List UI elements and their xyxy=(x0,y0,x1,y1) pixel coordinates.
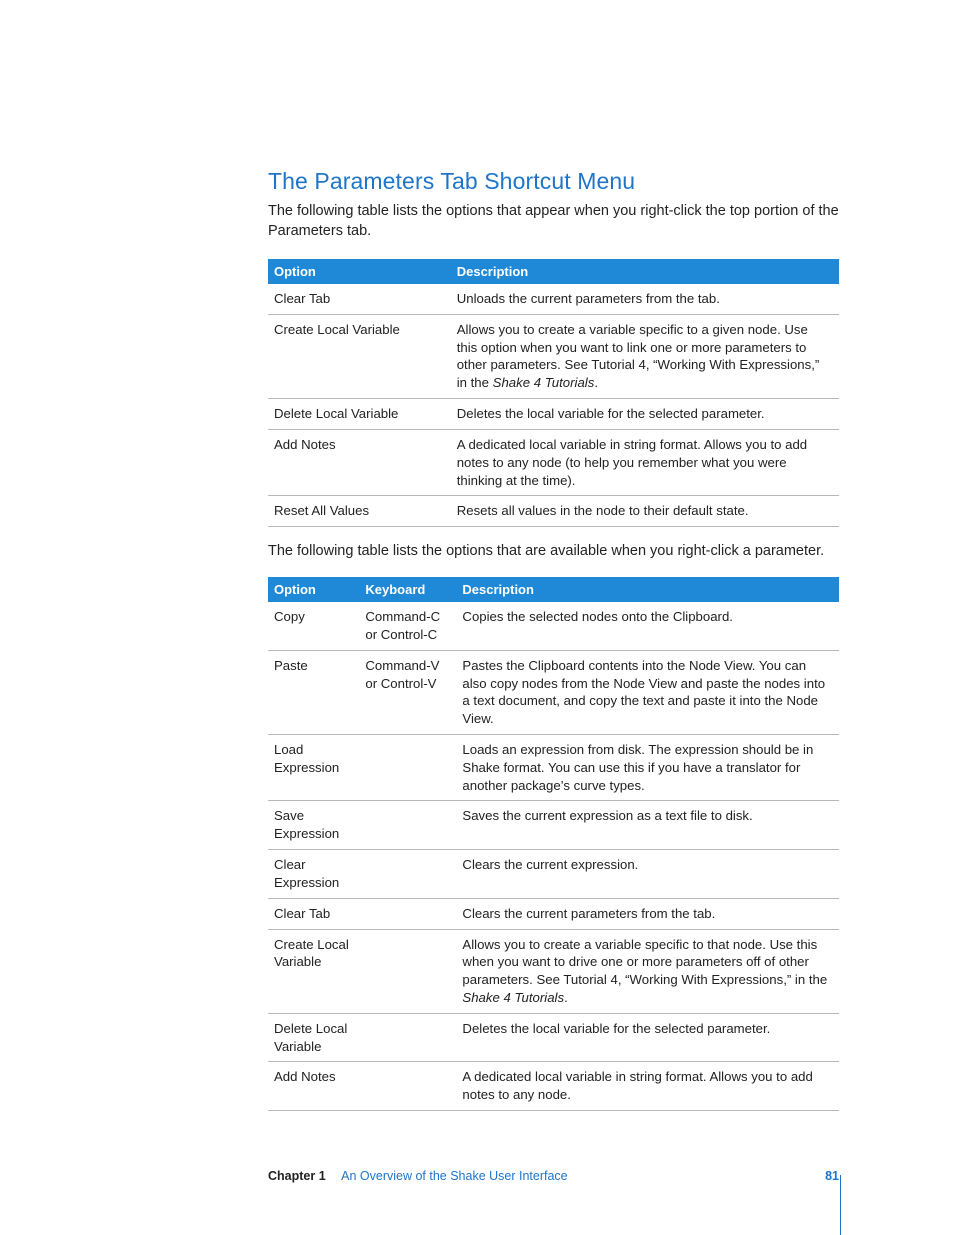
keyboard-cell xyxy=(359,850,456,899)
keyboard-cell xyxy=(359,898,456,929)
option-cell: Create Local Variable xyxy=(268,929,359,1013)
keyboard-cell: Command-V or Control-V xyxy=(359,650,456,734)
desc-cell: Allows you to create a variable specific… xyxy=(451,314,839,398)
option-cell: Clear Expression xyxy=(268,850,359,899)
option-cell: Delete Local Variable xyxy=(268,1013,359,1062)
option-cell: Load Expression xyxy=(268,735,359,801)
desc-cell: Saves the current expression as a text f… xyxy=(456,801,839,850)
keyboard-cell xyxy=(359,801,456,850)
table1-header-option: Option xyxy=(268,259,451,284)
intro-paragraph: The following table lists the options th… xyxy=(268,201,839,241)
keyboard-cell xyxy=(359,929,456,1013)
option-cell: Clear Tab xyxy=(268,898,359,929)
page-number: 81 xyxy=(825,1169,839,1183)
footer-left: Chapter 1 An Overview of the Shake User … xyxy=(268,1169,568,1183)
option-cell: Paste xyxy=(268,650,359,734)
table-row: Paste Command-V or Control-V Pastes the … xyxy=(268,650,839,734)
keyboard-cell xyxy=(359,1062,456,1111)
option-cell: Delete Local Variable xyxy=(268,399,451,430)
desc-cell: A dedicated local variable in string for… xyxy=(456,1062,839,1111)
chapter-title: An Overview of the Shake User Interface xyxy=(341,1169,568,1183)
table-row: Clear Tab Clears the current parameters … xyxy=(268,898,839,929)
table-row: Create Local Variable Allows you to crea… xyxy=(268,314,839,398)
option-cell: Create Local Variable xyxy=(268,314,451,398)
table2-header-option: Option xyxy=(268,577,359,602)
keyboard-cell: Command-C or Control-C xyxy=(359,602,456,650)
table-row: Reset All Values Resets all values in th… xyxy=(268,496,839,527)
desc-cell: Allows you to create a variable specific… xyxy=(456,929,839,1013)
table-row: Clear Expression Clears the current expr… xyxy=(268,850,839,899)
table-row: Load Expression Loads an expression from… xyxy=(268,735,839,801)
option-cell: Reset All Values xyxy=(268,496,451,527)
option-cell: Clear Tab xyxy=(268,284,451,314)
section-heading: The Parameters Tab Shortcut Menu xyxy=(268,168,839,195)
table2-header-description: Description xyxy=(456,577,839,602)
table2-header-keyboard: Keyboard xyxy=(359,577,456,602)
desc-cell: Deletes the local variable for the selec… xyxy=(451,399,839,430)
desc-cell: Copies the selected nodes onto the Clipb… xyxy=(456,602,839,650)
desc-cell: Clears the current parameters from the t… xyxy=(456,898,839,929)
desc-cell: Pastes the Clipboard contents into the N… xyxy=(456,650,839,734)
desc-cell: Unloads the current parameters from the … xyxy=(451,284,839,314)
option-cell: Save Expression xyxy=(268,801,359,850)
keyboard-cell xyxy=(359,735,456,801)
table-row: Copy Command-C or Control-C Copies the s… xyxy=(268,602,839,650)
desc-cell: A dedicated local variable in string for… xyxy=(451,429,839,495)
mid-paragraph: The following table lists the options th… xyxy=(268,541,839,561)
shortcut-menu-table-2: Option Keyboard Description Copy Command… xyxy=(268,577,839,1111)
desc-cell: Clears the current expression. xyxy=(456,850,839,899)
table-row: Add Notes A dedicated local variable in … xyxy=(268,429,839,495)
desc-cell: Loads an expression from disk. The expre… xyxy=(456,735,839,801)
desc-cell: Deletes the local variable for the selec… xyxy=(456,1013,839,1062)
table-row: Add Notes A dedicated local variable in … xyxy=(268,1062,839,1111)
table-row: Delete Local Variable Deletes the local … xyxy=(268,399,839,430)
chapter-label: Chapter 1 xyxy=(268,1169,326,1183)
table1-header-description: Description xyxy=(451,259,839,284)
table-row: Delete Local Variable Deletes the local … xyxy=(268,1013,839,1062)
keyboard-cell xyxy=(359,1013,456,1062)
option-cell: Copy xyxy=(268,602,359,650)
table-row: Clear Tab Unloads the current parameters… xyxy=(268,284,839,314)
shortcut-menu-table-1: Option Description Clear Tab Unloads the… xyxy=(268,259,839,527)
page: The Parameters Tab Shortcut Menu The fol… xyxy=(0,0,954,1235)
table-row: Create Local Variable Allows you to crea… xyxy=(268,929,839,1013)
option-cell: Add Notes xyxy=(268,429,451,495)
desc-cell: Resets all values in the node to their d… xyxy=(451,496,839,527)
crop-mark-icon xyxy=(840,1175,841,1235)
page-footer: Chapter 1 An Overview of the Shake User … xyxy=(268,1169,839,1183)
table-row: Save Expression Saves the current expres… xyxy=(268,801,839,850)
option-cell: Add Notes xyxy=(268,1062,359,1111)
